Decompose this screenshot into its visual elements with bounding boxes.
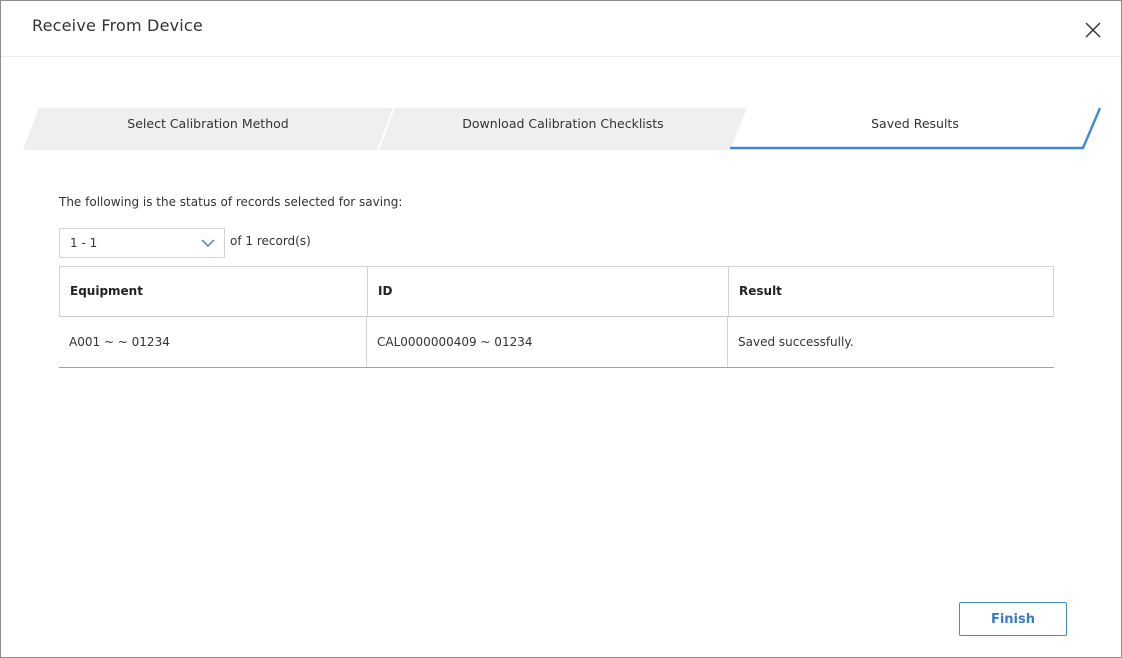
page-range-value: 1 - 1 <box>70 236 98 250</box>
column-header-result[interactable]: Result <box>729 267 1053 316</box>
page-range-select[interactable]: 1 - 1 <box>59 228 225 258</box>
table-row[interactable]: A001 ~ ~ 01234 CAL0000000409 ~ 01234 Sav… <box>59 317 1054 368</box>
status-description: The following is the status of records s… <box>59 195 403 209</box>
table-header: Equipment ID Result <box>59 266 1054 317</box>
dialog-title: Receive From Device <box>32 16 203 35</box>
wizard-step-download-calibration-checklists[interactable]: Download Calibration Checklists <box>387 108 739 150</box>
chevron-down-icon <box>201 239 215 247</box>
column-header-equipment[interactable]: Equipment <box>60 267 367 316</box>
finish-button[interactable]: Finish <box>959 602 1067 636</box>
wizard-steps: Select Calibration Method Download Calib… <box>23 108 1103 150</box>
dialog-header: Receive From Device <box>1 1 1121 57</box>
receive-from-device-dialog: Receive From Device Select Calibration M… <box>0 0 1122 658</box>
cell-equipment: A001 ~ ~ 01234 <box>69 335 170 349</box>
wizard-step-select-calibration-method[interactable]: Select Calibration Method <box>31 108 385 150</box>
wizard-step-saved-results[interactable]: Saved Results <box>739 108 1091 150</box>
column-header-id[interactable]: ID <box>368 267 728 316</box>
close-button[interactable] <box>1083 20 1103 40</box>
close-icon <box>1085 22 1101 38</box>
results-table: Equipment ID Result A001 ~ ~ 01234 CAL00… <box>59 266 1054 368</box>
cell-id: CAL0000000409 ~ 01234 <box>377 335 533 349</box>
record-count-text: of 1 record(s) <box>230 234 311 248</box>
cell-result: Saved successfully. <box>738 335 854 349</box>
